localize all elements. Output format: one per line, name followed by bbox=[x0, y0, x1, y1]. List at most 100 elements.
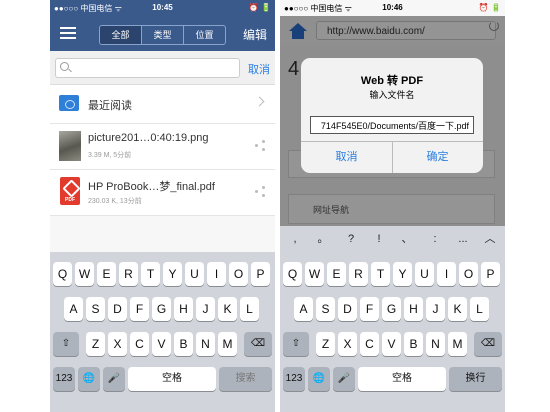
key-s[interactable]: S bbox=[316, 297, 335, 321]
confirm-button[interactable]: 确定 bbox=[392, 142, 483, 173]
key-m[interactable]: M bbox=[218, 332, 237, 356]
key-a[interactable]: A bbox=[294, 297, 313, 321]
key-j[interactable]: J bbox=[426, 297, 445, 321]
key-p[interactable]: P bbox=[481, 262, 500, 286]
key-c[interactable]: C bbox=[130, 332, 149, 356]
key-h[interactable]: H bbox=[404, 297, 423, 321]
recent-reading-row[interactable]: 最近阅读 bbox=[50, 85, 275, 124]
key-r[interactable]: R bbox=[119, 262, 138, 286]
return-key[interactable]: 换行 bbox=[449, 367, 502, 391]
key-h[interactable]: H bbox=[174, 297, 193, 321]
key-r[interactable]: R bbox=[349, 262, 368, 286]
share-icon[interactable] bbox=[255, 186, 265, 197]
key-t[interactable]: T bbox=[141, 262, 160, 286]
key-v[interactable]: V bbox=[382, 332, 401, 356]
dialog-title: Web 转 PDF bbox=[360, 75, 424, 87]
shift-key[interactable]: ⇧ bbox=[53, 332, 79, 356]
key-z[interactable]: Z bbox=[316, 332, 335, 356]
numbers-key[interactable]: 123 bbox=[283, 367, 305, 391]
search-key[interactable]: 搜索 bbox=[219, 367, 272, 391]
key-z[interactable]: Z bbox=[86, 332, 105, 356]
key-u[interactable]: U bbox=[185, 262, 204, 286]
key-k[interactable]: K bbox=[218, 297, 237, 321]
chevron-up-icon[interactable]: ︿ bbox=[479, 226, 501, 252]
tab-all[interactable]: 全部 bbox=[100, 26, 142, 44]
search-input[interactable] bbox=[55, 58, 240, 78]
globe-icon[interactable]: 🌐 bbox=[78, 367, 100, 391]
key-s[interactable]: S bbox=[86, 297, 105, 321]
key-l[interactable]: L bbox=[240, 297, 259, 321]
menu-icon[interactable] bbox=[60, 27, 76, 39]
key-y[interactable]: Y bbox=[393, 262, 412, 286]
punct-period[interactable]: 。 bbox=[312, 226, 334, 252]
key-e[interactable]: E bbox=[327, 262, 346, 286]
key-o[interactable]: O bbox=[459, 262, 478, 286]
key-a[interactable]: A bbox=[64, 297, 83, 321]
key-q[interactable]: Q bbox=[283, 262, 302, 286]
key-n[interactable]: N bbox=[426, 332, 445, 356]
key-y[interactable]: Y bbox=[163, 262, 182, 286]
key-w[interactable]: W bbox=[305, 262, 324, 286]
key-j[interactable]: J bbox=[196, 297, 215, 321]
file-row[interactable]: picture201…0:40:19.png 3.39 M, 5分前 bbox=[50, 124, 275, 170]
key-i[interactable]: I bbox=[437, 262, 456, 286]
key-n[interactable]: N bbox=[196, 332, 215, 356]
punct-enum-comma[interactable]: 、 bbox=[396, 226, 418, 252]
keyboard: Q W E R T Y U I O P A S D F G H J K L ⇧ … bbox=[50, 252, 275, 412]
numbers-key[interactable]: 123 bbox=[53, 367, 75, 391]
microphone-icon[interactable]: 🎤 bbox=[103, 367, 125, 391]
punct-comma[interactable]: , bbox=[284, 226, 306, 252]
punct-ellipsis[interactable]: ... bbox=[452, 226, 474, 252]
key-l[interactable]: L bbox=[470, 297, 489, 321]
share-icon[interactable] bbox=[255, 140, 265, 151]
keyboard-row-3: ⇧ Z X C V B N M ⌫ bbox=[280, 332, 505, 356]
status-bar: ●●○○○ 中国电信 ᯤ 10:46 ⏰ 🔋 bbox=[280, 0, 505, 16]
shift-key[interactable]: ⇧ bbox=[283, 332, 309, 356]
key-w[interactable]: W bbox=[75, 262, 94, 286]
key-t[interactable]: T bbox=[371, 262, 390, 286]
pdf-file-icon: PDF bbox=[60, 177, 80, 205]
key-x[interactable]: X bbox=[338, 332, 357, 356]
key-f[interactable]: F bbox=[130, 297, 149, 321]
key-g[interactable]: G bbox=[152, 297, 171, 321]
microphone-icon[interactable]: 🎤 bbox=[333, 367, 355, 391]
key-e[interactable]: E bbox=[97, 262, 116, 286]
tab-location[interactable]: 位置 bbox=[184, 26, 225, 44]
tab-type[interactable]: 类型 bbox=[142, 26, 184, 44]
delete-key[interactable]: ⌫ bbox=[474, 332, 502, 356]
cancel-button[interactable]: 取消 bbox=[248, 61, 270, 77]
cancel-button[interactable]: 取消 bbox=[301, 142, 393, 173]
key-b[interactable]: B bbox=[404, 332, 423, 356]
key-p[interactable]: P bbox=[251, 262, 270, 286]
search-icon bbox=[60, 62, 69, 71]
key-k[interactable]: K bbox=[448, 297, 467, 321]
globe-icon[interactable]: 🌐 bbox=[308, 367, 330, 391]
space-key[interactable]: 空格 bbox=[128, 367, 216, 391]
file-row[interactable]: PDF HP ProBook…梦_final.pdf 230.03 K, 13分… bbox=[50, 170, 275, 216]
image-thumbnail bbox=[59, 131, 81, 161]
file-name: HP ProBook…梦_final.pdf bbox=[88, 181, 215, 193]
key-u[interactable]: U bbox=[415, 262, 434, 286]
punct-exclaim[interactable]: ! bbox=[368, 226, 390, 252]
key-o[interactable]: O bbox=[229, 262, 248, 286]
key-m[interactable]: M bbox=[448, 332, 467, 356]
key-g[interactable]: G bbox=[382, 297, 401, 321]
key-q[interactable]: Q bbox=[53, 262, 72, 286]
edit-button[interactable]: 编辑 bbox=[243, 26, 267, 43]
file-meta: 3.39 M, 5分前 bbox=[88, 152, 132, 159]
key-i[interactable]: I bbox=[207, 262, 226, 286]
punct-question[interactable]: ? bbox=[340, 226, 362, 252]
punct-colon[interactable]: : bbox=[424, 226, 446, 252]
key-x[interactable]: X bbox=[108, 332, 127, 356]
delete-key[interactable]: ⌫ bbox=[244, 332, 272, 356]
space-key[interactable]: 空格 bbox=[358, 367, 446, 391]
keyboard-row-4: 123 🌐 🎤 空格 换行 bbox=[280, 367, 505, 391]
key-v[interactable]: V bbox=[152, 332, 171, 356]
key-d[interactable]: D bbox=[108, 297, 127, 321]
key-f[interactable]: F bbox=[360, 297, 379, 321]
key-c[interactable]: C bbox=[360, 332, 379, 356]
key-b[interactable]: B bbox=[174, 332, 193, 356]
key-d[interactable]: D bbox=[338, 297, 357, 321]
file-name: picture201…0:40:19.png bbox=[88, 132, 209, 144]
filename-input[interactable]: 714F545E0/Documents/百度一下.pdf bbox=[310, 116, 474, 134]
